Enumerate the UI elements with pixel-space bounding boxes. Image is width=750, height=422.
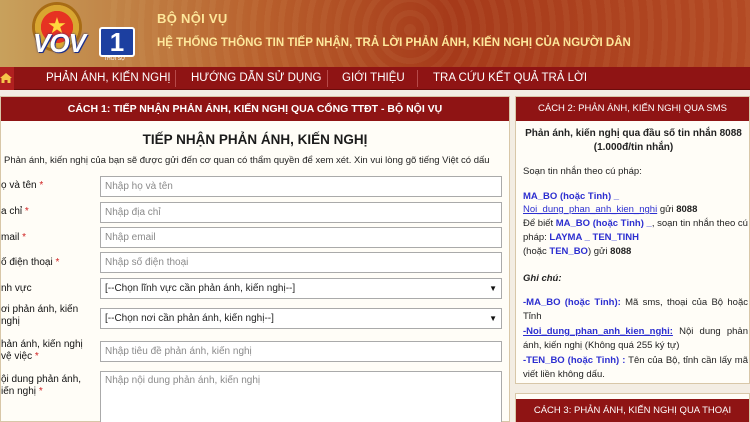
nav-item-phan-anh[interactable]: PHẢN ÁNH, KIẾN NGHỊ <box>46 67 171 90</box>
field-select[interactable]: [--Chọn lĩnh vực cần phản ánh, kiến nghị… <box>100 278 502 299</box>
name-label: ọ và tên * <box>1 180 44 191</box>
vov1-badge-sub: THỜI SỰ <box>104 56 126 62</box>
vov1-badge: 1 <box>99 27 135 57</box>
nav-item-gioi-thieu[interactable]: GIỚI THIỆU <box>342 67 405 90</box>
web-form-header: CÁCH 1: TIẾP NHẬN PHẢN ÁNH, KIẾN NGHỊ QU… <box>1 97 509 121</box>
nav-item-tra-cuu[interactable]: TRA CỨU KẾT QUẢ TRẢ LỜI <box>433 67 587 90</box>
main-nav: PHẢN ÁNH, KIẾN NGHỊ HƯỚNG DẪN SỬ DỤNG GI… <box>0 67 750 90</box>
note-2: -Noi_dung_phan_anh_kien_nghi: Nội dung p… <box>523 326 748 351</box>
form-title: TIẾP NHẬN PHẢN ÁNH, KIẾN NGHỊ <box>142 132 368 147</box>
note-title: Ghi chú: <box>523 273 562 284</box>
nav-divider <box>175 70 176 87</box>
required-mark: * <box>22 232 27 243</box>
sms-panel: CÁCH 2: PHẢN ÁNH, KIẾN NGHỊ QUA SMS Phản… <box>515 96 750 384</box>
email-input[interactable] <box>100 227 502 248</box>
sidebar: CÁCH 2: PHẢN ÁNH, KIẾN NGHỊ QUA SMS Phản… <box>515 96 750 422</box>
vov1-badge-number: 1 <box>109 27 125 57</box>
note-3: -TEN_BO (hoặc Tỉnh) : Tên của Bộ, tỉnh c… <box>523 355 748 380</box>
email-label: mail * <box>1 232 27 243</box>
sms-intro: Phản ánh, kiến nghị qua đầu số tin nhắn … <box>525 128 742 153</box>
site-header: ★ VOV 1 THỜI SỰ BỘ NỘI VỤ HỆ THỐNG THÔNG… <box>0 0 750 67</box>
required-mark: * <box>34 351 39 362</box>
nav-item-huong-dan[interactable]: HƯỚNG DẪN SỬ DỤNG <box>191 67 321 90</box>
subject-label: hản ánh, kiến nghị vệ việc * <box>1 339 83 362</box>
field-select-value: [--Chọn lĩnh vực cần phản ánh, kiến nghị… <box>105 283 296 294</box>
place-select-value: [--Chọn nơi cần phản ánh, kiến nghị--] <box>105 313 274 324</box>
field-label: nh vực <box>1 283 32 294</box>
caret-down-icon: ▼ <box>489 284 497 293</box>
required-mark: * <box>38 386 43 397</box>
place-select[interactable]: [--Chọn nơi cần phản ánh, kiến nghị--] ▼ <box>100 308 502 329</box>
sms-code-line: MA_BO (hoặc Tỉnh) _ <box>523 191 620 202</box>
note-1: -MA_BO (hoặc Tỉnh): Mã sms, thoại của Bộ… <box>523 297 748 322</box>
home-icon <box>0 73 12 83</box>
phone-input[interactable] <box>100 252 502 273</box>
phone-label: ố điện thoại * <box>1 257 60 268</box>
place-label: ơi phản ánh, kiến nghị <box>1 304 79 327</box>
sms-layma-line: pháp: LAYMA _ TEN_TINH <box>523 232 639 243</box>
content-textarea[interactable] <box>100 371 502 422</box>
required-mark: * <box>24 206 29 217</box>
subject-input[interactable] <box>100 341 502 362</box>
phone-panel: CÁCH 3: PHẢN ÁNH, KIẾN NGHỊ QUA THOẠI <box>515 393 750 422</box>
nav-home-button[interactable] <box>0 67 14 90</box>
address-label: a chỉ * <box>1 206 29 217</box>
required-mark: * <box>55 257 60 268</box>
sms-tenbo-line: (hoặc TEN_BO) gửi 8088 <box>523 246 632 257</box>
content-label: ội dung phản ánh, iến nghị * <box>1 374 82 397</box>
address-input[interactable] <box>100 202 502 223</box>
nav-divider <box>417 70 418 87</box>
sms-compose-line: Soạn tin nhắn theo cú pháp: <box>523 166 642 177</box>
required-mark: * <box>39 180 44 191</box>
nav-divider <box>327 70 328 87</box>
sms-panel-header: CÁCH 2: PHẢN ÁNH, KIẾN NGHỊ QUA SMS <box>516 97 749 121</box>
web-form-panel: CÁCH 1: TIẾP NHẬN PHẢN ÁNH, KIẾN NGHỊ QU… <box>0 96 510 422</box>
caret-down-icon: ▼ <box>489 314 497 323</box>
vov-logo-text: VOV <box>33 28 86 58</box>
name-input[interactable] <box>100 176 502 197</box>
sms-know-line: Để biết MA_BO (hoặc Tỉnh) _, soạn tin nh… <box>523 218 748 229</box>
site-title: BỘ NỘI VỤ <box>157 11 228 26</box>
phone-panel-header: CÁCH 3: PHẢN ÁNH, KIẾN NGHỊ QUA THOẠI <box>516 399 749 422</box>
form-description: Phản ánh, kiến nghị của bạn sẽ được gửi … <box>4 155 490 166</box>
site-subtitle: HỆ THỐNG THÔNG TIN TIẾP NHẬN, TRẢ LỜI PH… <box>157 37 631 49</box>
sms-content-line: Noi_dung_phan_anh_kien_nghi gửi 8088 <box>523 204 698 215</box>
